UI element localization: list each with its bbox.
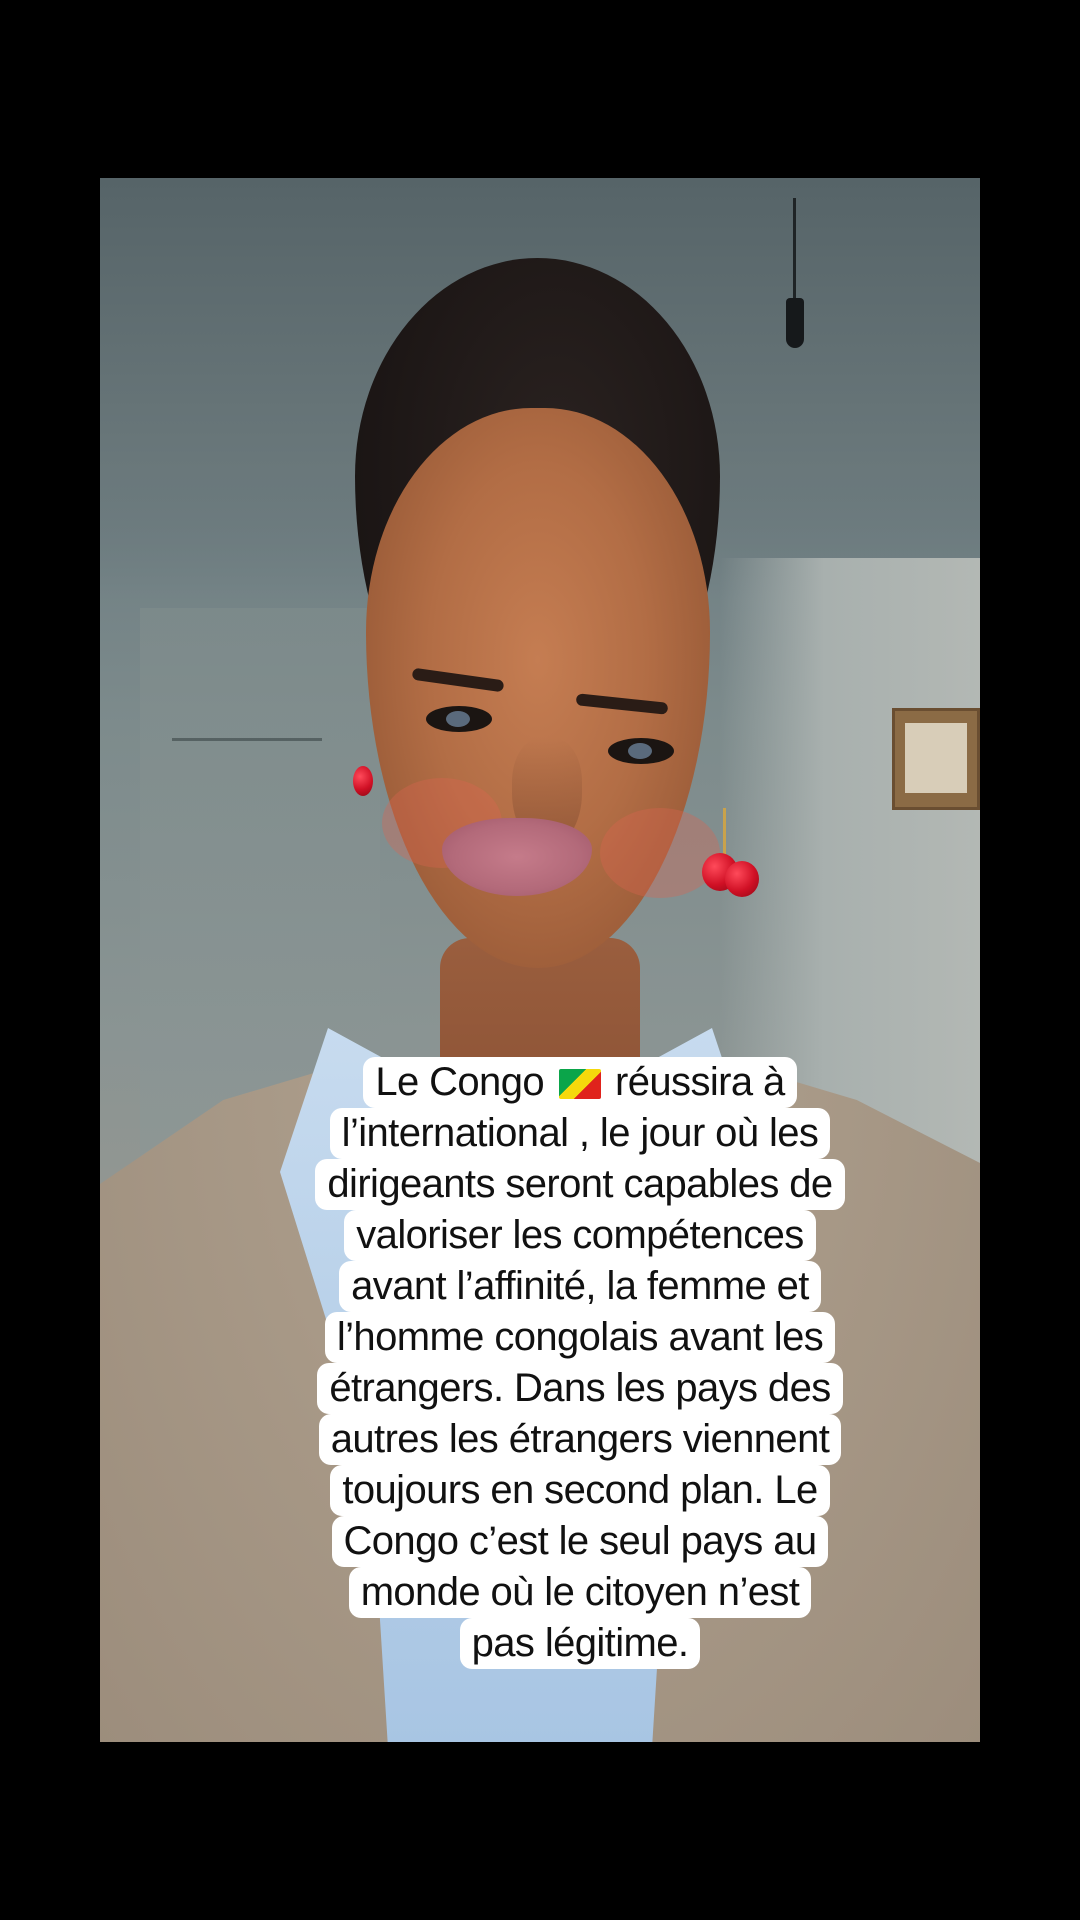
eye-left	[426, 706, 492, 732]
earring-wire	[723, 808, 726, 858]
caption-line-text: Le Congo réussira à	[363, 1057, 797, 1108]
caption-line-text: avant l’affinité, la femme et	[339, 1261, 821, 1312]
caption-line-text: pas légitime.	[459, 1618, 701, 1669]
caption-line-text: dirigeants seront capables de	[315, 1159, 845, 1210]
caption-line: autres les étrangers viennent	[276, 1414, 884, 1465]
blush-right	[600, 808, 720, 898]
caption-line-text: valoriser les compétences	[344, 1210, 816, 1261]
lamp-shade	[786, 298, 804, 348]
caption-line-text: monde où le citoyen n’est	[348, 1567, 812, 1618]
caption-line-text-part: réussira à	[615, 1060, 785, 1104]
caption-line: toujours en second plan. Le	[276, 1465, 884, 1516]
wall-picture	[905, 723, 967, 793]
caption-line-text: étrangers. Dans les pays des	[317, 1363, 843, 1414]
lamp-cord	[793, 198, 796, 308]
earring-left	[353, 766, 373, 796]
caption-line: valoriser les compétences	[276, 1210, 884, 1261]
caption-line: Le Congo réussira à	[276, 1057, 884, 1108]
earring-right-cherry-2	[725, 861, 759, 897]
wall-picture-frame	[892, 708, 980, 810]
eye-right	[608, 738, 674, 764]
caption-line-text: l’homme congolais avant les	[324, 1312, 836, 1363]
caption-line: pas légitime.	[276, 1618, 884, 1669]
caption-line: avant l’affinité, la femme et	[276, 1261, 884, 1312]
caption-line-text: autres les étrangers viennent	[318, 1414, 842, 1465]
caption-line: l’homme congolais avant les	[276, 1312, 884, 1363]
caption-line: étrangers. Dans les pays des	[276, 1363, 884, 1414]
caption-line-text-part: Le Congo	[375, 1060, 544, 1104]
caption-line-text: toujours en second plan. Le	[330, 1465, 830, 1516]
caption-overlay: Le Congo réussira à l’international , le…	[276, 1057, 884, 1669]
republic-of-congo-flag-icon	[558, 1069, 601, 1099]
caption-line: dirigeants seront capables de	[276, 1159, 884, 1210]
caption-line-text: l’international , le jour où les	[329, 1108, 831, 1159]
caption-line: monde où le citoyen n’est	[276, 1567, 884, 1618]
caption-line-text: Congo c’est le seul pays au	[331, 1516, 829, 1567]
caption-line: l’international , le jour où les	[276, 1108, 884, 1159]
pendant-lamp	[783, 198, 807, 358]
caption-line: Congo c’est le seul pays au	[276, 1516, 884, 1567]
wardrobe-rail	[172, 738, 322, 741]
